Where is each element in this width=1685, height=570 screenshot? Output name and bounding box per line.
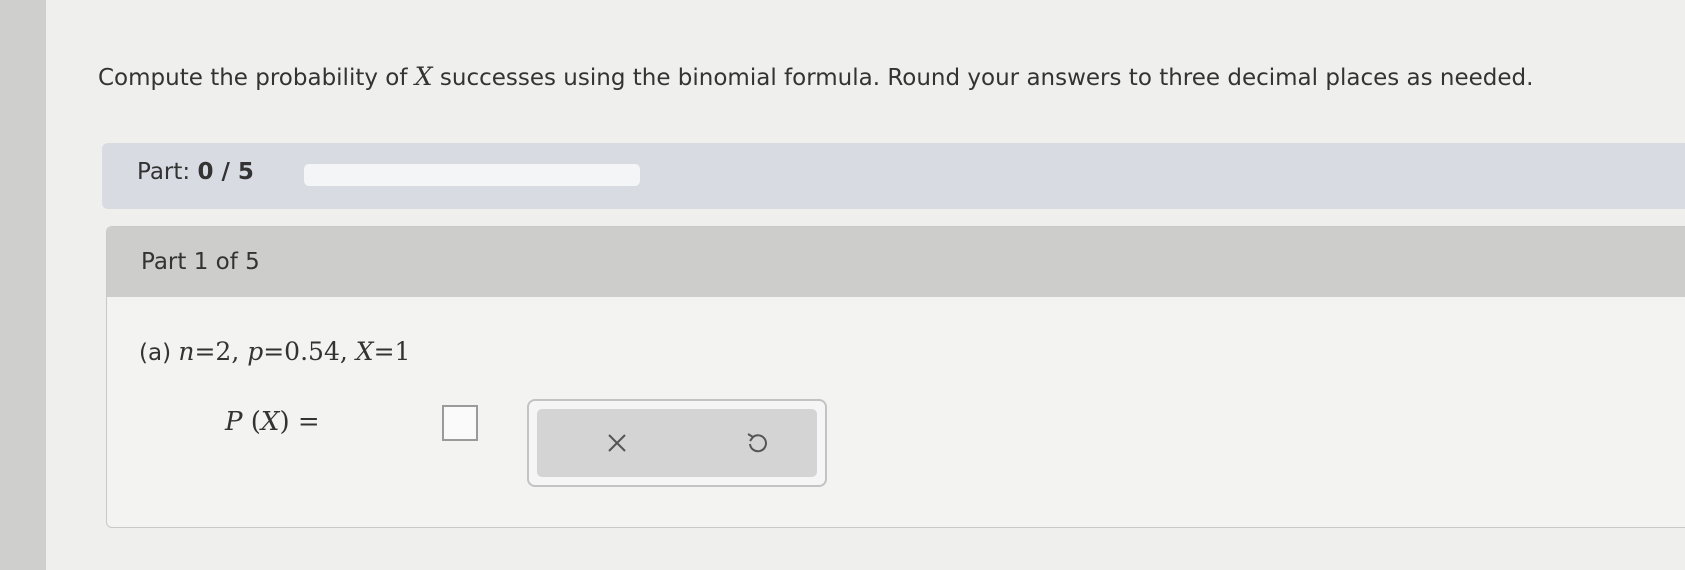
instructions-variable: X bbox=[414, 62, 433, 91]
clear-button[interactable] bbox=[597, 423, 637, 463]
p-value: =0.54, bbox=[263, 337, 356, 366]
answer-x: X bbox=[260, 407, 280, 437]
instructions-after: successes using the binomial formula. Ro… bbox=[432, 65, 1534, 91]
question-text: (a) n=2, p=0.54, X=1 bbox=[139, 337, 410, 366]
answer-p: P bbox=[225, 407, 243, 437]
answer-input[interactable] bbox=[442, 405, 478, 441]
left-strip bbox=[0, 0, 46, 570]
p-variable: p bbox=[247, 337, 264, 366]
part-progress-prefix: Part: bbox=[137, 159, 198, 185]
question-math: n=2, p=0.54, X=1 bbox=[178, 337, 410, 366]
answer-toolbar bbox=[527, 399, 827, 487]
n-value: =2, bbox=[194, 337, 248, 366]
undo-button[interactable] bbox=[737, 423, 777, 463]
part-progress-bar: Part: 0 / 5 bbox=[102, 143, 1685, 209]
instructions: Compute the probability of X successes u… bbox=[98, 62, 1533, 91]
answer-toolbar-inner bbox=[537, 409, 817, 477]
progress-track bbox=[304, 164, 640, 186]
question-prefix: (a) bbox=[139, 340, 179, 366]
answer-open: ( bbox=[242, 407, 261, 437]
instructions-before: Compute the probability of bbox=[98, 65, 415, 91]
x-variable: X bbox=[355, 337, 374, 366]
part-title: Part 1 of 5 bbox=[141, 249, 260, 275]
x-value: =1 bbox=[373, 337, 411, 366]
part-header: Part 1 of 5 bbox=[107, 227, 1685, 297]
close-icon bbox=[608, 434, 626, 452]
question-card: Part 1 of 5 (a) n=2, p=0.54, X=1 P (X) = bbox=[106, 226, 1685, 528]
answer-close: ) = bbox=[279, 407, 320, 437]
undo-icon bbox=[747, 433, 767, 453]
n-variable: n bbox=[178, 337, 195, 366]
answer-label: P (X) = bbox=[225, 407, 320, 437]
part-progress-value: 0 / 5 bbox=[197, 159, 254, 185]
part-progress-label: Part: 0 / 5 bbox=[137, 159, 254, 185]
